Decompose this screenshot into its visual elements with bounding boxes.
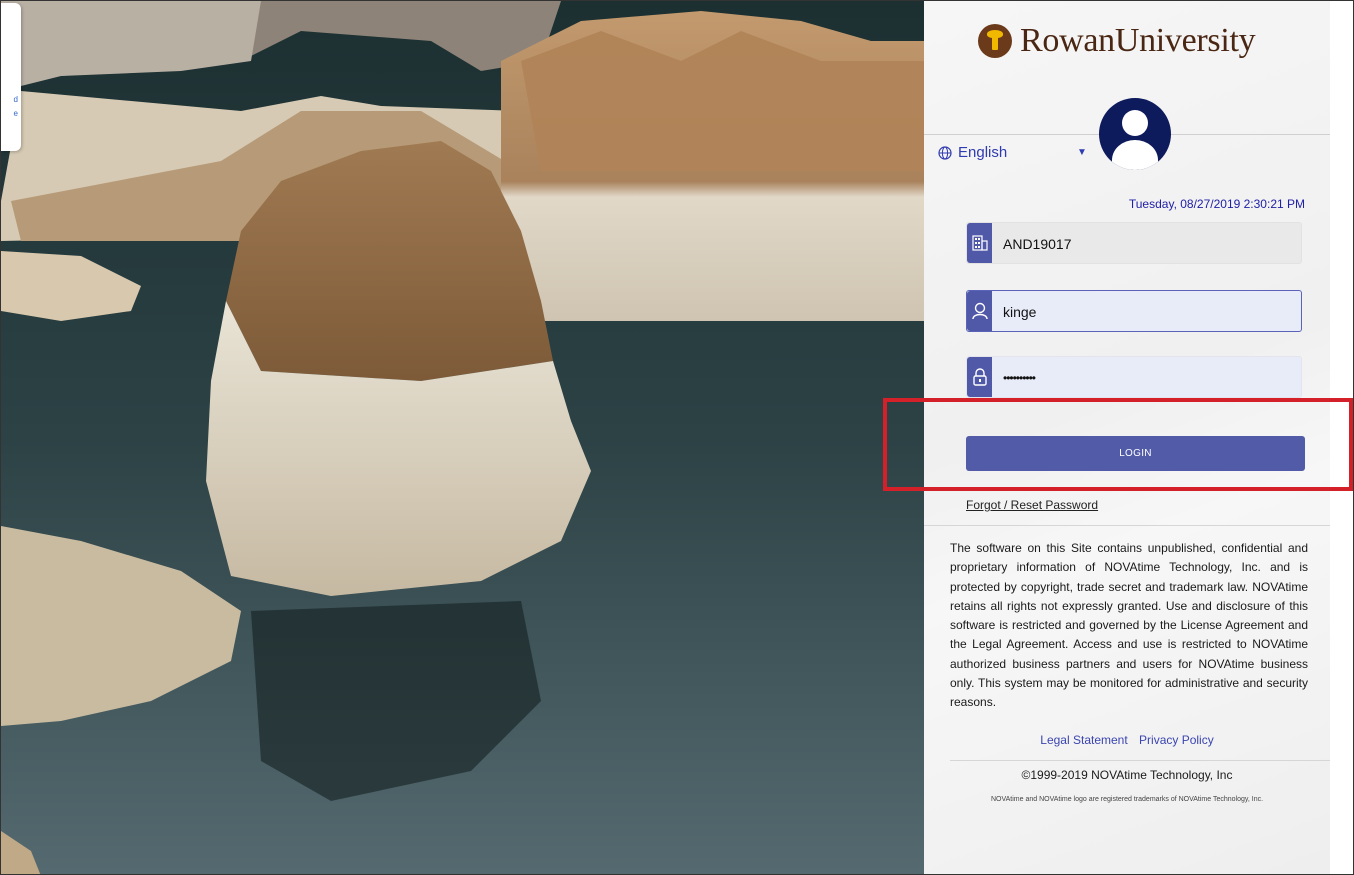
- privacy-policy-link[interactable]: Privacy Policy: [1139, 733, 1214, 747]
- divider: [924, 525, 1330, 526]
- side-tab-char: e: [13, 109, 18, 118]
- university-logo: RowanUniversity: [978, 17, 1256, 65]
- torch-icon: [978, 24, 1012, 58]
- current-datetime: Tuesday, 08/27/2019 2:30:21 PM: [1128, 197, 1305, 211]
- legal-links: Legal Statement Privacy Policy: [924, 733, 1330, 747]
- user-icon: [967, 291, 992, 331]
- username-field[interactable]: kinge: [966, 290, 1302, 332]
- forgot-password-link[interactable]: Forgot / Reset Password: [966, 498, 1098, 512]
- copyright: ©1999-2019 NOVAtime Technology, Inc: [1021, 768, 1233, 782]
- password-value: ••••••••••: [1003, 371, 1036, 385]
- browser-frame: d e RowanUniversity English ▼ Tuesday, 0…: [0, 0, 1354, 875]
- login-highlight-box: [883, 398, 1353, 491]
- side-tab-char: d: [13, 95, 18, 104]
- username-value: kinge: [1003, 304, 1037, 320]
- language-select[interactable]: English ▼: [938, 144, 1087, 161]
- user-avatar-icon: [1099, 98, 1171, 170]
- legal-notice: The software on this Site contains unpub…: [950, 541, 1308, 710]
- divider: [950, 760, 1330, 761]
- legal-statement-link[interactable]: Legal Statement: [1040, 733, 1127, 747]
- lock-icon: [967, 357, 992, 397]
- side-flyout-tab[interactable]: d e: [1, 3, 21, 151]
- language-label: English: [958, 144, 1008, 161]
- company-code-value: AND19017: [1003, 236, 1072, 252]
- caret-down-icon: ▼: [1077, 147, 1087, 158]
- company-code-field[interactable]: AND19017: [966, 222, 1302, 264]
- logo-text: RowanUniversity: [1020, 22, 1256, 59]
- globe-icon: [938, 145, 952, 160]
- background-image: d e: [1, 1, 924, 874]
- trademark-notice: NOVAtime and NOVAtime logo are registere…: [990, 796, 1264, 803]
- building-icon: [967, 223, 992, 263]
- password-field[interactable]: ••••••••••: [966, 356, 1302, 398]
